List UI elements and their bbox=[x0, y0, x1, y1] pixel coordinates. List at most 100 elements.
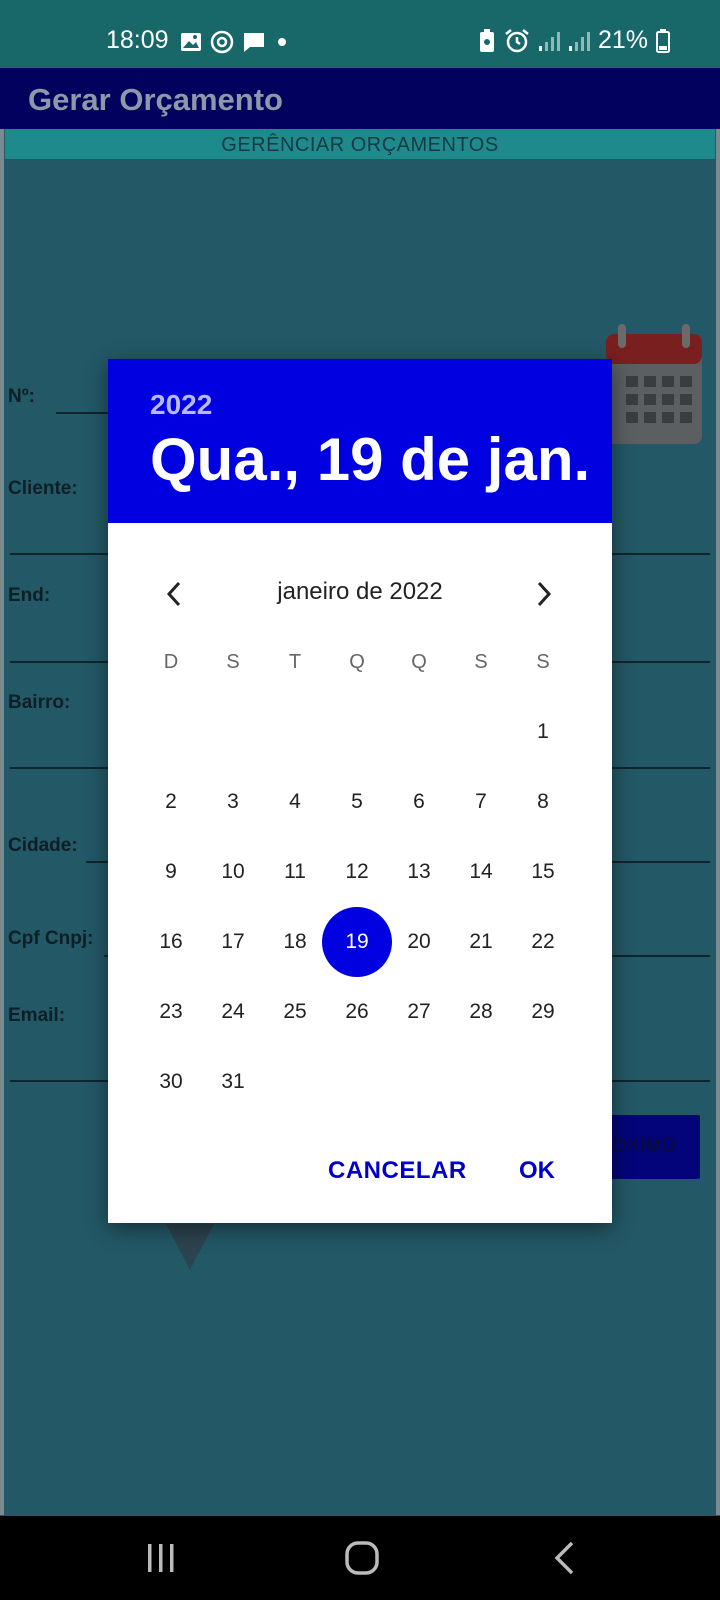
next-button[interactable]: ÓXIMO bbox=[606, 1115, 700, 1179]
calendar-empty-cell bbox=[388, 697, 450, 767]
calendar-empty-cell bbox=[140, 697, 202, 767]
status-bar: 18:09 21% bbox=[0, 0, 720, 68]
calendar-day[interactable]: 6 bbox=[388, 767, 450, 837]
calendar-day[interactable]: 29 bbox=[512, 977, 574, 1047]
calendar-day-number: 12 bbox=[345, 860, 369, 883]
right-border bbox=[716, 129, 720, 1515]
calendar-week-row: 23 24 25 26 27 28 29 bbox=[140, 977, 574, 1047]
dot-icon bbox=[278, 38, 286, 46]
calendar-day-number: 24 bbox=[221, 1000, 245, 1023]
back-icon[interactable] bbox=[552, 1540, 576, 1576]
battery-percent: 21% bbox=[597, 26, 648, 54]
calendar-day-number: 27 bbox=[407, 1000, 431, 1023]
manage-link-bar[interactable]: GERÊNCIAR ORÇAMENTOS bbox=[5, 129, 715, 159]
calendar-empty-cell bbox=[202, 697, 264, 767]
calendar-day[interactable]: 17 bbox=[202, 907, 264, 977]
calendar-day[interactable]: 22 bbox=[512, 907, 574, 977]
calendar-day[interactable]: 15 bbox=[512, 837, 574, 907]
calendar-day[interactable]: 24 bbox=[202, 977, 264, 1047]
calendar-day-number: 16 bbox=[159, 930, 183, 953]
signal-icon bbox=[538, 31, 560, 51]
calendar-day[interactable]: 11 bbox=[264, 837, 326, 907]
next-button-label: ÓXIMO bbox=[612, 1135, 678, 1155]
calendar-day-number: 25 bbox=[283, 1000, 307, 1023]
signal-icon-2 bbox=[568, 31, 590, 51]
calendar-day-selected[interactable]: 19 bbox=[322, 907, 392, 977]
calendar-day-number: 4 bbox=[289, 790, 301, 813]
city-label: Cidade: bbox=[8, 835, 78, 856]
next-month-button[interactable] bbox=[522, 572, 566, 616]
calendar-day[interactable]: 31 bbox=[202, 1047, 264, 1117]
calendar-empty-cell bbox=[512, 1047, 574, 1117]
calendar-day-number: 22 bbox=[531, 930, 555, 953]
home-icon[interactable] bbox=[344, 1540, 380, 1576]
calendar-day-number: 5 bbox=[351, 790, 363, 813]
calendar-day-number: 8 bbox=[537, 790, 549, 813]
battery-saver-icon bbox=[479, 28, 494, 52]
calendar-day-number: 2 bbox=[165, 790, 177, 813]
calendar-week-row: 16 17 18 19 20 21 22 bbox=[140, 907, 574, 977]
ok-button[interactable]: OK bbox=[519, 1157, 555, 1185]
calendar-empty-cell bbox=[450, 1047, 512, 1117]
calendar-empty-cell bbox=[264, 1047, 326, 1117]
calendar-week-row: 1 bbox=[140, 697, 574, 767]
manage-quotes-link[interactable]: GERÊNCIAR ORÇAMENTOS bbox=[5, 134, 715, 157]
calendar-day[interactable]: 26 bbox=[326, 977, 388, 1047]
year-selector[interactable]: 2022 bbox=[150, 389, 212, 421]
calendar-day[interactable]: 28 bbox=[450, 977, 512, 1047]
calendar-empty-cell bbox=[388, 1047, 450, 1117]
recent-apps-icon[interactable] bbox=[146, 1542, 176, 1574]
calendar-day[interactable]: 20 bbox=[388, 907, 450, 977]
calendar-day[interactable]: 8 bbox=[512, 767, 574, 837]
calendar-day[interactable]: 25 bbox=[264, 977, 326, 1047]
calendar-day[interactable]: 12 bbox=[326, 837, 388, 907]
calendar-day-number: 17 bbox=[221, 930, 245, 953]
calendar-day[interactable]: 2 bbox=[140, 767, 202, 837]
weekday-label: Q bbox=[411, 651, 427, 673]
calendar-day-number: 28 bbox=[469, 1000, 493, 1023]
battery-icon bbox=[656, 28, 670, 53]
calendar-day-number: 10 bbox=[221, 860, 245, 883]
address-label: End: bbox=[8, 585, 51, 606]
calendar-day-number: 6 bbox=[413, 790, 425, 813]
cpf-label: Cpf Cnpj: bbox=[8, 928, 94, 949]
calendar-day[interactable]: 30 bbox=[140, 1047, 202, 1117]
calendar-day[interactable]: 16 bbox=[140, 907, 202, 977]
image-icon bbox=[181, 33, 201, 51]
weekday-header: D S T Q Q S S bbox=[140, 651, 574, 681]
calendar-day[interactable]: 27 bbox=[388, 977, 450, 1047]
calendar-day[interactable]: 9 bbox=[140, 837, 202, 907]
calendar-empty-cell bbox=[450, 697, 512, 767]
map-pin-icon bbox=[166, 1224, 214, 1270]
number-field[interactable] bbox=[56, 412, 116, 414]
sync-icon bbox=[210, 30, 234, 54]
calendar-day-number: 18 bbox=[283, 930, 307, 953]
calendar-day[interactable]: 14 bbox=[450, 837, 512, 907]
calendar-day-number: 20 bbox=[407, 930, 431, 953]
month-navigation: janeiro de 2022 bbox=[108, 564, 612, 624]
calendar-day-number: 11 bbox=[284, 860, 306, 883]
alarm-icon bbox=[505, 28, 529, 52]
calendar-icon[interactable] bbox=[604, 324, 704, 452]
calendar-day[interactable]: 10 bbox=[202, 837, 264, 907]
email-label: Email: bbox=[8, 1005, 66, 1026]
cancel-button[interactable]: CANCELAR bbox=[328, 1157, 467, 1185]
calendar-day[interactable]: 18 bbox=[264, 907, 326, 977]
status-left-icons bbox=[180, 30, 290, 54]
calendar-day-number: 13 bbox=[407, 860, 431, 883]
calendar-day[interactable]: 1 bbox=[512, 697, 574, 767]
calendar-day[interactable]: 5 bbox=[326, 767, 388, 837]
calendar-day-number: 31 bbox=[221, 1070, 245, 1093]
calendar-week-row: 2 3 4 5 6 7 8 bbox=[140, 767, 574, 837]
calendar-day[interactable]: 21 bbox=[450, 907, 512, 977]
calendar-day[interactable]: 3 bbox=[202, 767, 264, 837]
calendar-day[interactable]: 23 bbox=[140, 977, 202, 1047]
calendar-day-number: 30 bbox=[159, 1070, 183, 1093]
calendar-day[interactable]: 13 bbox=[388, 837, 450, 907]
calendar-day[interactable]: 4 bbox=[264, 767, 326, 837]
date-picker-dialog: 2022 Qua., 19 de jan. janeiro de 2022 D … bbox=[108, 359, 612, 1223]
calendar-day-number: 15 bbox=[531, 860, 555, 883]
calendar-day-number: 7 bbox=[475, 790, 487, 813]
calendar-day[interactable]: 7 bbox=[450, 767, 512, 837]
status-time: 18:09 bbox=[106, 26, 169, 54]
